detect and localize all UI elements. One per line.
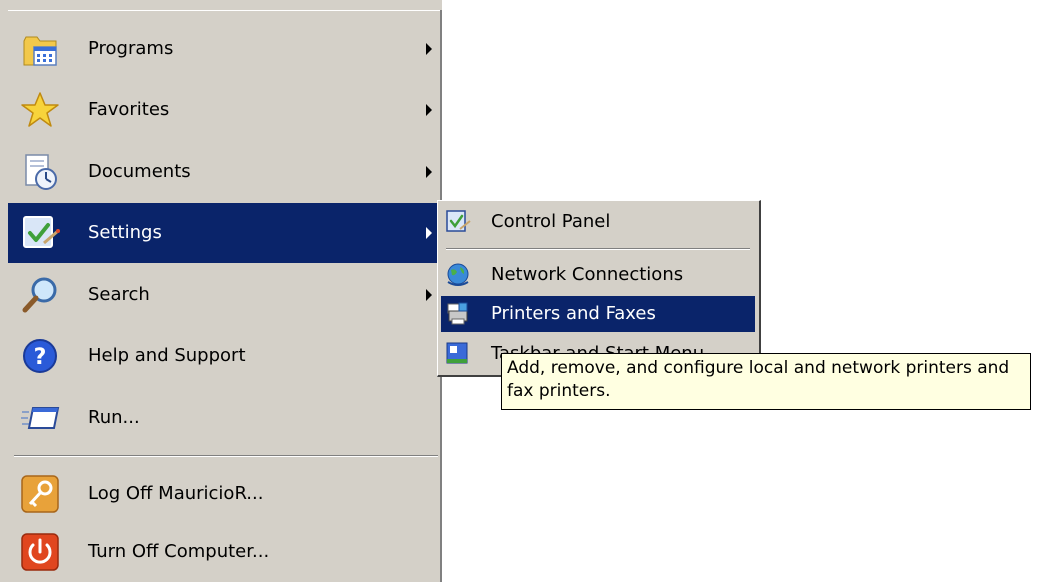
- submenu-arrow-icon: [426, 166, 432, 178]
- menu-item-documents[interactable]: Documents: [8, 142, 440, 202]
- tooltip: Add, remove, and configure local and net…: [501, 353, 1031, 410]
- menu-item-label: Log Off MauricioR...: [88, 483, 264, 504]
- taskbar-icon: [445, 341, 471, 367]
- submenu-separator: [446, 248, 750, 250]
- start-menu: Programs Favorites Documents Settings Se…: [0, 0, 442, 582]
- network-icon: [445, 262, 471, 288]
- menu-item-search[interactable]: Search: [8, 265, 440, 325]
- submenu-arrow-icon: [426, 104, 432, 116]
- magnifier-icon: [20, 275, 60, 315]
- menu-item-label: Favorites: [88, 99, 170, 120]
- menu-item-log-off[interactable]: Log Off MauricioR...: [8, 464, 440, 524]
- documents-icon: [20, 152, 60, 192]
- submenu-arrow-icon: [426, 227, 432, 239]
- menu-item-favorites[interactable]: Favorites: [8, 80, 440, 140]
- menu-edge: [8, 10, 440, 11]
- menu-item-programs[interactable]: Programs: [8, 19, 440, 79]
- menu-separator: [14, 455, 438, 457]
- submenu-arrow-icon: [426, 289, 432, 301]
- submenu-item-printers-and-faxes[interactable]: Printers and Faxes: [441, 296, 755, 332]
- menu-item-label: Programs: [88, 38, 174, 59]
- svg-text:?: ?: [34, 345, 47, 370]
- submenu-item-label: Printers and Faxes: [491, 303, 656, 324]
- settings-icon: [20, 213, 60, 253]
- menu-item-turn-off-computer[interactable]: Turn Off Computer...: [8, 522, 440, 582]
- menu-item-label: Search: [88, 284, 150, 305]
- submenu-arrow-icon: [426, 43, 432, 55]
- submenu-item-label: Network Connections: [491, 264, 684, 285]
- key-icon: [20, 474, 60, 514]
- printer-icon: [445, 301, 471, 327]
- menu-item-run[interactable]: Run...: [8, 388, 440, 448]
- submenu-item-network-connections[interactable]: Network Connections: [441, 257, 755, 293]
- menu-item-label: Turn Off Computer...: [88, 541, 270, 562]
- settings-submenu: Control Panel Network Connections Printe…: [437, 200, 761, 377]
- submenu-item-label: Control Panel: [491, 211, 611, 232]
- menu-item-settings[interactable]: Settings: [8, 203, 440, 263]
- menu-item-label: Help and Support: [88, 345, 246, 366]
- submenu-item-control-panel[interactable]: Control Panel: [441, 204, 755, 240]
- control-panel-icon: [445, 209, 471, 235]
- menu-item-label: Settings: [88, 222, 162, 243]
- programs-icon: [20, 29, 60, 69]
- menu-item-label: Run...: [88, 407, 140, 428]
- run-icon: [20, 398, 60, 438]
- menu-item-label: Documents: [88, 161, 191, 182]
- menu-item-help-and-support[interactable]: ? Help and Support: [8, 326, 440, 386]
- power-icon: [20, 532, 60, 572]
- star-icon: [20, 90, 60, 130]
- help-icon: ?: [20, 336, 60, 376]
